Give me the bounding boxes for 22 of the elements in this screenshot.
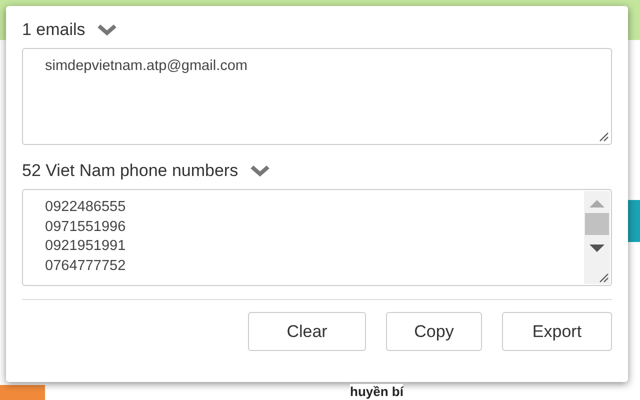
phone-number: 0922486555 <box>45 198 127 217</box>
export-button[interactable]: Export <box>502 312 612 351</box>
page-block <box>0 385 45 400</box>
page-text: huyền bí <box>350 384 404 399</box>
section-heading: 1 emails <box>22 20 86 40</box>
section-heading: 52 Viet Nam phone numbers <box>22 161 238 181</box>
scroll-down-icon[interactable] <box>587 243 607 255</box>
page-block <box>628 200 640 242</box>
scroll-thumb[interactable] <box>585 213 609 235</box>
phone-number: 0971551996 <box>45 218 127 236</box>
copy-button[interactable]: Copy <box>386 312 482 351</box>
email-field[interactable]: simdepvietnam.atp@gmail.com <box>22 48 612 145</box>
resize-grip-icon[interactable] <box>597 130 609 142</box>
clear-button[interactable]: Clear <box>248 312 366 351</box>
scrollbar[interactable] <box>584 191 610 284</box>
email-text: simdepvietnam.atp@gmail.com <box>45 57 248 76</box>
phone-list-field[interactable]: 0922486555 0971551996 0921951991 0764777752 <box>22 189 612 286</box>
phone-number: 0921951991 <box>45 237 127 256</box>
chevron-icon[interactable] <box>97 24 118 36</box>
phone-number: 0764777752 <box>45 256 127 276</box>
resize-grip-icon[interactable] <box>597 271 609 283</box>
chevron-icon[interactable] <box>250 165 270 177</box>
